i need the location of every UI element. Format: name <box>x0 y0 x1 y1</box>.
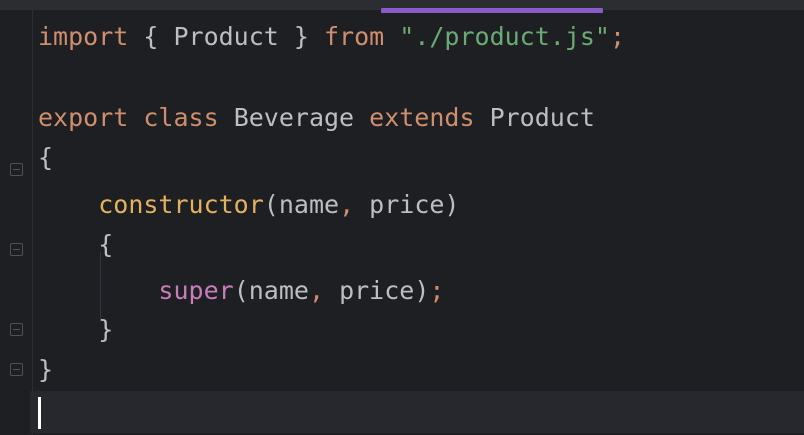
code-token: "./product.js" <box>399 22 610 51</box>
code-token: import <box>38 22 129 51</box>
code-line-3[interactable]: export class Beverage extends Product <box>38 98 595 138</box>
code-line-7[interactable]: super(name, price); <box>38 271 444 311</box>
code-token: extends <box>369 103 475 132</box>
code-editor[interactable]: import { Product } from "./product.js"; … <box>0 0 804 435</box>
code-token: Product <box>474 103 595 132</box>
code-token: class <box>143 103 219 132</box>
code-token: ; <box>609 22 626 51</box>
code-token: constructor <box>98 190 264 219</box>
code-line-8[interactable]: } <box>38 310 113 350</box>
code-line-5[interactable]: constructor(name, price) <box>38 185 459 225</box>
fold-end-class-icon[interactable] <box>10 363 23 376</box>
code-token: super <box>158 276 234 305</box>
code-line-4[interactable]: { <box>38 138 53 178</box>
code-token: (name <box>233 276 309 305</box>
text-caret <box>38 397 41 429</box>
code-token: ; <box>429 276 445 305</box>
code-token: } <box>38 315 114 344</box>
active-tab-indicator[interactable] <box>381 8 603 13</box>
code-line-9[interactable]: } <box>38 350 53 390</box>
code-token: price) <box>324 276 430 305</box>
code-line-6[interactable]: { <box>38 225 113 265</box>
code-token: price) <box>354 190 460 219</box>
current-line-highlight <box>30 391 804 433</box>
code-token: { <box>38 230 114 259</box>
code-token: } <box>38 355 54 384</box>
code-token: { <box>38 143 54 172</box>
fold-constructor-icon[interactable] <box>10 243 23 256</box>
fold-end-constructor-icon[interactable] <box>10 323 23 336</box>
code-line-1[interactable]: import { Product } from "./product.js"; <box>38 17 625 57</box>
code-token: , <box>339 190 355 219</box>
gutter-divider <box>32 10 33 435</box>
code-token: export <box>38 103 129 132</box>
code-token: (name <box>263 190 340 219</box>
code-token: from <box>323 22 385 51</box>
code-token: Beverage <box>218 103 370 132</box>
code-token: { Product } <box>128 22 324 51</box>
fold-class-icon[interactable] <box>10 163 23 176</box>
code-token: , <box>308 276 325 305</box>
